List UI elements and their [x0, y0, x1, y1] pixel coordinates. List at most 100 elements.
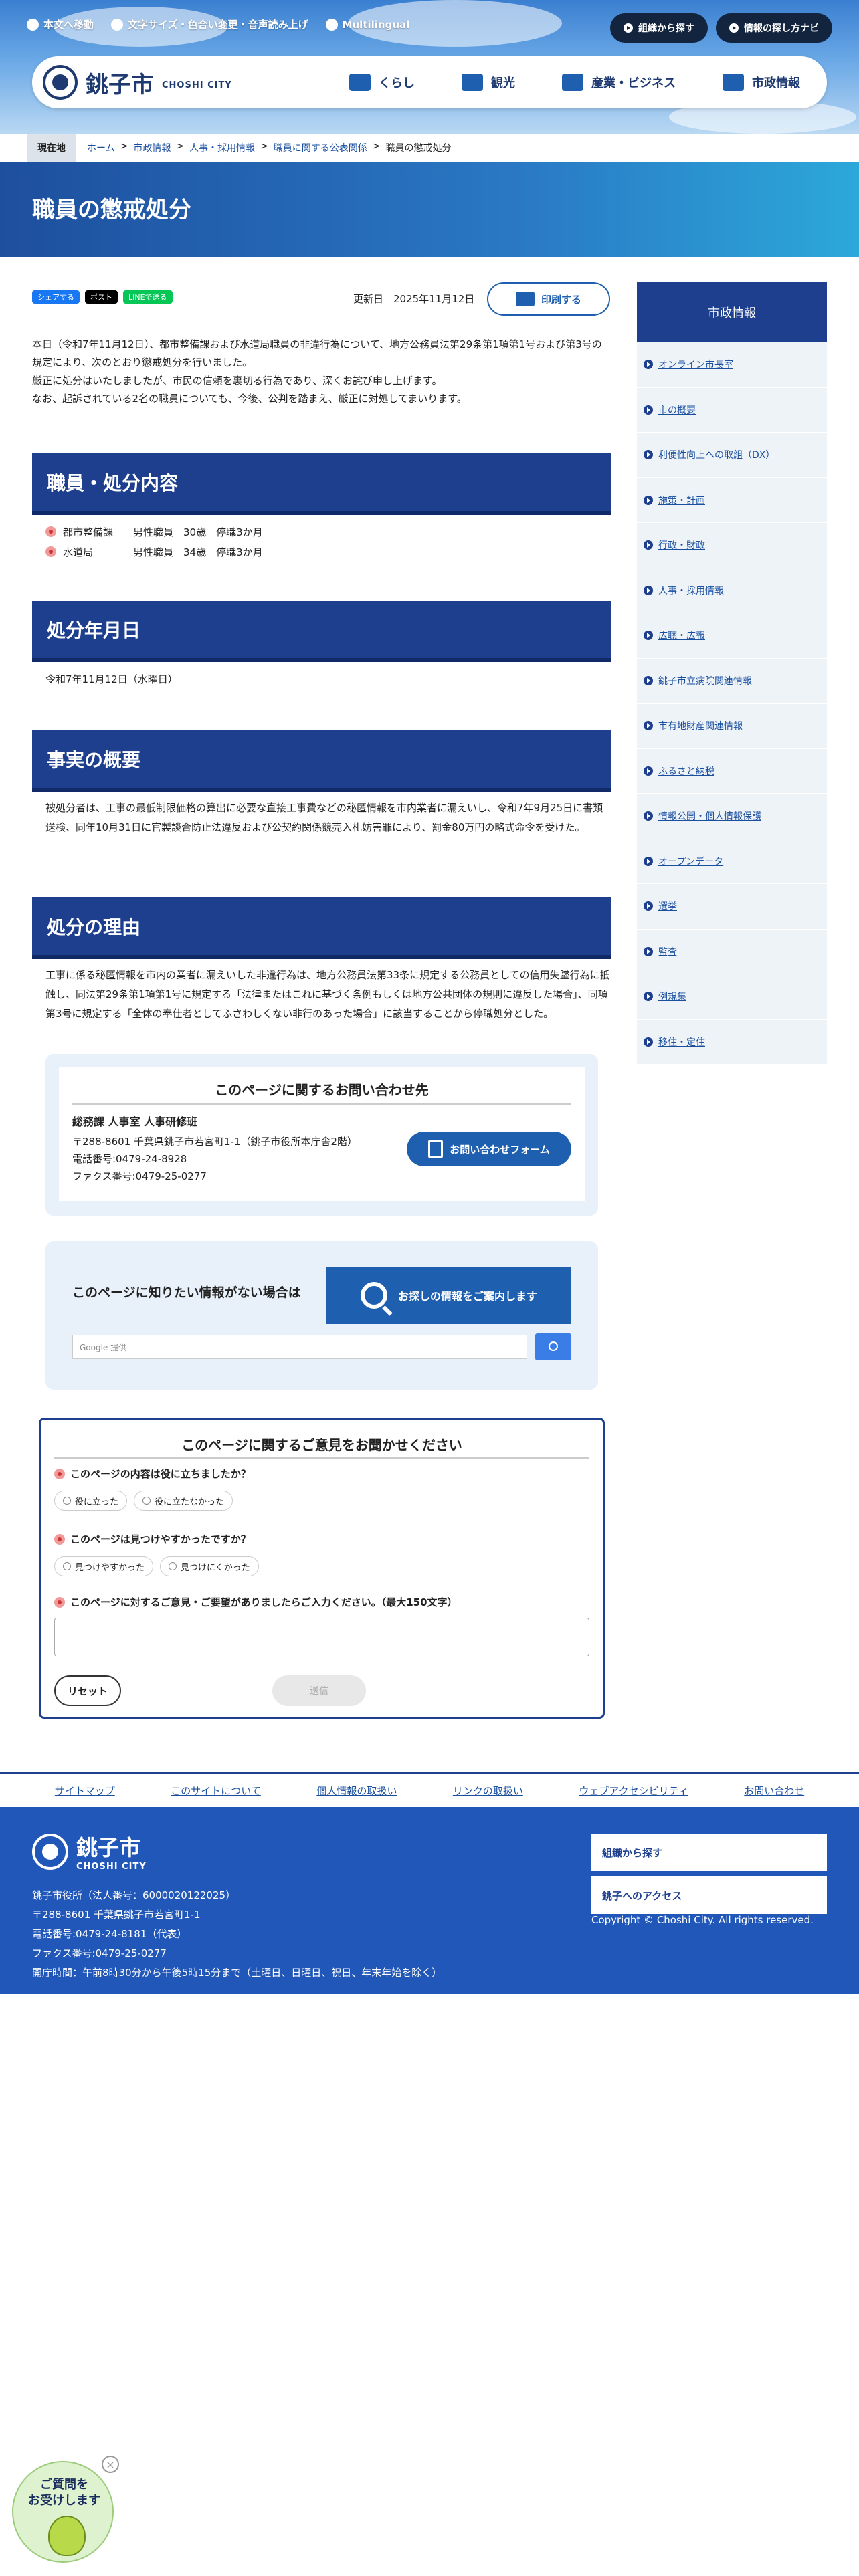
sidebar-item[interactable]: 選挙: [637, 884, 827, 930]
utility-links: 本文へ移動 文字サイズ・色合い変更・音声読み上げ Multilingual: [27, 17, 409, 31]
radio-not-useful[interactable]: 役に立たなかった: [134, 1491, 233, 1511]
chevron-right-icon: [644, 360, 653, 370]
divider: [72, 1103, 571, 1105]
nav-living[interactable]: くらし: [349, 74, 415, 91]
radio-easy-to-find[interactable]: 見つけやすかった: [54, 1556, 154, 1576]
chevron-right-icon: [624, 23, 633, 33]
sidebar-item[interactable]: 情報公開・個人情報保護: [637, 794, 827, 839]
required-icon: [54, 1596, 65, 1608]
mascot-icon: [48, 2516, 86, 2556]
radio-hard-to-find[interactable]: 見つけにくかった: [160, 1556, 259, 1576]
footer-link-links-policy[interactable]: リンクの取扱い: [453, 1784, 523, 1798]
sidebar: 市政情報 オンライン市長室 市の概要 利便性向上への取組（DX） 施策・計画 行…: [637, 282, 827, 1065]
footer-link-sitemap[interactable]: サイトマップ: [55, 1784, 115, 1798]
footer-org-search-button[interactable]: 組織から探す: [591, 1834, 827, 1871]
feedback-q2: このページは見つけやすかったですか？: [54, 1532, 251, 1546]
required-icon: [54, 1468, 65, 1479]
feedback-q1: このページの内容は役に立ちましたか？: [54, 1467, 251, 1481]
chevron-right-icon: [644, 992, 653, 1002]
sidebar-item[interactable]: 利便性向上への取組（DX）: [637, 433, 827, 478]
section-heading: 職員・処分内容: [32, 453, 611, 515]
nav-city-info[interactable]: 市政情報: [723, 74, 800, 91]
breadcrumb-personnel[interactable]: 人事・採用情報: [189, 141, 255, 154]
required-icon: [54, 1533, 65, 1545]
bullet-icon: [45, 526, 56, 537]
org-search-button[interactable]: 組織から探す: [610, 13, 708, 43]
send-button[interactable]: 送信: [272, 1675, 366, 1706]
breadcrumb-city-info[interactable]: 市政情報: [133, 141, 171, 154]
page-title: 職員の懲戒処分: [32, 197, 191, 223]
city-emblem-icon: [43, 65, 78, 100]
accessibility-settings-link[interactable]: 文字サイズ・色合い変更・音声読み上げ: [111, 17, 308, 31]
share-buttons: シェアする ポスト LINEで送る: [32, 290, 173, 304]
breadcrumb-staff-public[interactable]: 職員に関する公表関係: [274, 141, 367, 154]
sidebar-item[interactable]: オープンデータ: [637, 839, 827, 884]
feedback-textarea[interactable]: [54, 1618, 589, 1656]
sidebar-item[interactable]: 市の概要: [637, 387, 827, 433]
print-button[interactable]: 印刷する: [487, 282, 610, 316]
chevron-right-icon: [644, 1037, 653, 1047]
facebook-share-button[interactable]: シェアする: [32, 290, 80, 304]
footer-link-privacy[interactable]: 個人情報の取扱い: [316, 1784, 397, 1798]
search-icon: [360, 1282, 387, 1309]
breadcrumb-label: 現在地: [27, 134, 76, 162]
close-icon[interactable]: ×: [102, 2456, 119, 2473]
multilingual-link[interactable]: Multilingual: [325, 17, 409, 31]
breadcrumb-home[interactable]: ホーム: [87, 141, 115, 154]
sidebar-item[interactable]: 例規集: [637, 974, 827, 1020]
arrow-icon: [27, 18, 39, 31]
chevron-right-icon: [644, 495, 653, 505]
reset-button[interactable]: リセット: [54, 1675, 121, 1706]
sidebar-item[interactable]: 行政・財政: [637, 523, 827, 568]
logo-english: CHOSHI CITY: [162, 80, 232, 90]
contact-dept: 総務課 人事室 人事研修班: [72, 1115, 198, 1128]
title-band: 職員の懲戒処分: [0, 162, 859, 257]
x-post-button[interactable]: ポスト: [85, 290, 118, 304]
punishment-date: 令和7年11月12日（水曜日）: [45, 673, 178, 685]
line-share-button[interactable]: LINEで送る: [123, 290, 173, 304]
search-prompt: このページに知りたい情報がない場合は: [72, 1285, 301, 1300]
nav-business[interactable]: 産業・ビジネス: [562, 74, 676, 91]
house-icon: [349, 74, 371, 91]
skip-to-content-link[interactable]: 本文へ移動: [27, 17, 94, 31]
sidebar-item[interactable]: 市有地財産関連情報: [637, 704, 827, 749]
chevron-right-icon: [644, 585, 653, 595]
sidebar-item[interactable]: オンライン市長室: [637, 342, 827, 388]
contact-address: 〒288-8601 千葉県銚子市若宮町1-1（銚子市役所本庁舎2階）: [72, 1136, 358, 1148]
printer-icon: [515, 292, 535, 306]
global-nav-bar: 銚子市 CHOSHI CITY くらし 観光 産業・ビジネス 市政情報: [32, 56, 827, 108]
info-navi-button[interactable]: 情報の探し方ナビ: [716, 13, 832, 43]
search-input[interactable]: Google 提供: [72, 1335, 527, 1359]
site-logo[interactable]: 銚子市 CHOSHI CITY: [43, 65, 232, 100]
facts-summary: 被処分者は、工事の最低制限価格の算出に必要な直接工事費などの秘匿情報を市内業者に…: [45, 802, 603, 833]
site-search-box: このページに知りたい情報がない場合は お探しの情報をご案内します Google …: [45, 1241, 598, 1390]
footer-link-accessibility[interactable]: ウェブアクセシビリティ: [579, 1784, 688, 1798]
chevron-right-icon: [644, 811, 653, 821]
sidebar-item[interactable]: 移住・定住: [637, 1019, 827, 1065]
footer-links: サイトマップ このサイトについて 個人情報の取扱い リンクの取扱い ウェブアクセ…: [0, 1772, 859, 1807]
updated-date: 更新日 2025年11月12日: [353, 293, 475, 305]
footer-link-about[interactable]: このサイトについて: [171, 1784, 261, 1798]
section-heading: 処分年月日: [32, 601, 611, 662]
sidebar-item[interactable]: 監査: [637, 929, 827, 974]
search-submit-button[interactable]: [535, 1333, 571, 1360]
sidebar-item[interactable]: 広聴・広報: [637, 613, 827, 659]
info-guide-button[interactable]: お探しの情報をご案内します: [326, 1267, 571, 1324]
sidebar-item[interactable]: ふるさと納税: [637, 748, 827, 794]
section-heading: 事実の概要: [32, 730, 611, 792]
sidebar-item[interactable]: 人事・採用情報: [637, 568, 827, 613]
chatbot-launcher[interactable]: ご質問を お受けします: [12, 2461, 114, 2563]
nav-tourism[interactable]: 観光: [462, 74, 515, 91]
briefcase-icon: [562, 74, 583, 91]
footer-access-button[interactable]: 銚子へのアクセス: [591, 1876, 827, 1914]
section-heading: 処分の理由: [32, 897, 611, 959]
contact-form-button[interactable]: お問い合わせフォーム: [407, 1132, 571, 1166]
feedback-q3: このページに対するご意見・ご要望がありましたらご入力ください。（最大150文字）: [54, 1595, 458, 1609]
sidebar-item[interactable]: 施策・計画: [637, 477, 827, 523]
clipboard-icon: [428, 1140, 444, 1158]
contact-fax: ファクス番号:0479-25-0277: [72, 1170, 207, 1182]
chevron-right-icon: [644, 856, 653, 866]
sidebar-item[interactable]: 銚子市立病院関連情報: [637, 658, 827, 704]
footer-link-contact[interactable]: お問い合わせ: [744, 1784, 804, 1798]
radio-useful[interactable]: 役に立った: [54, 1491, 128, 1511]
